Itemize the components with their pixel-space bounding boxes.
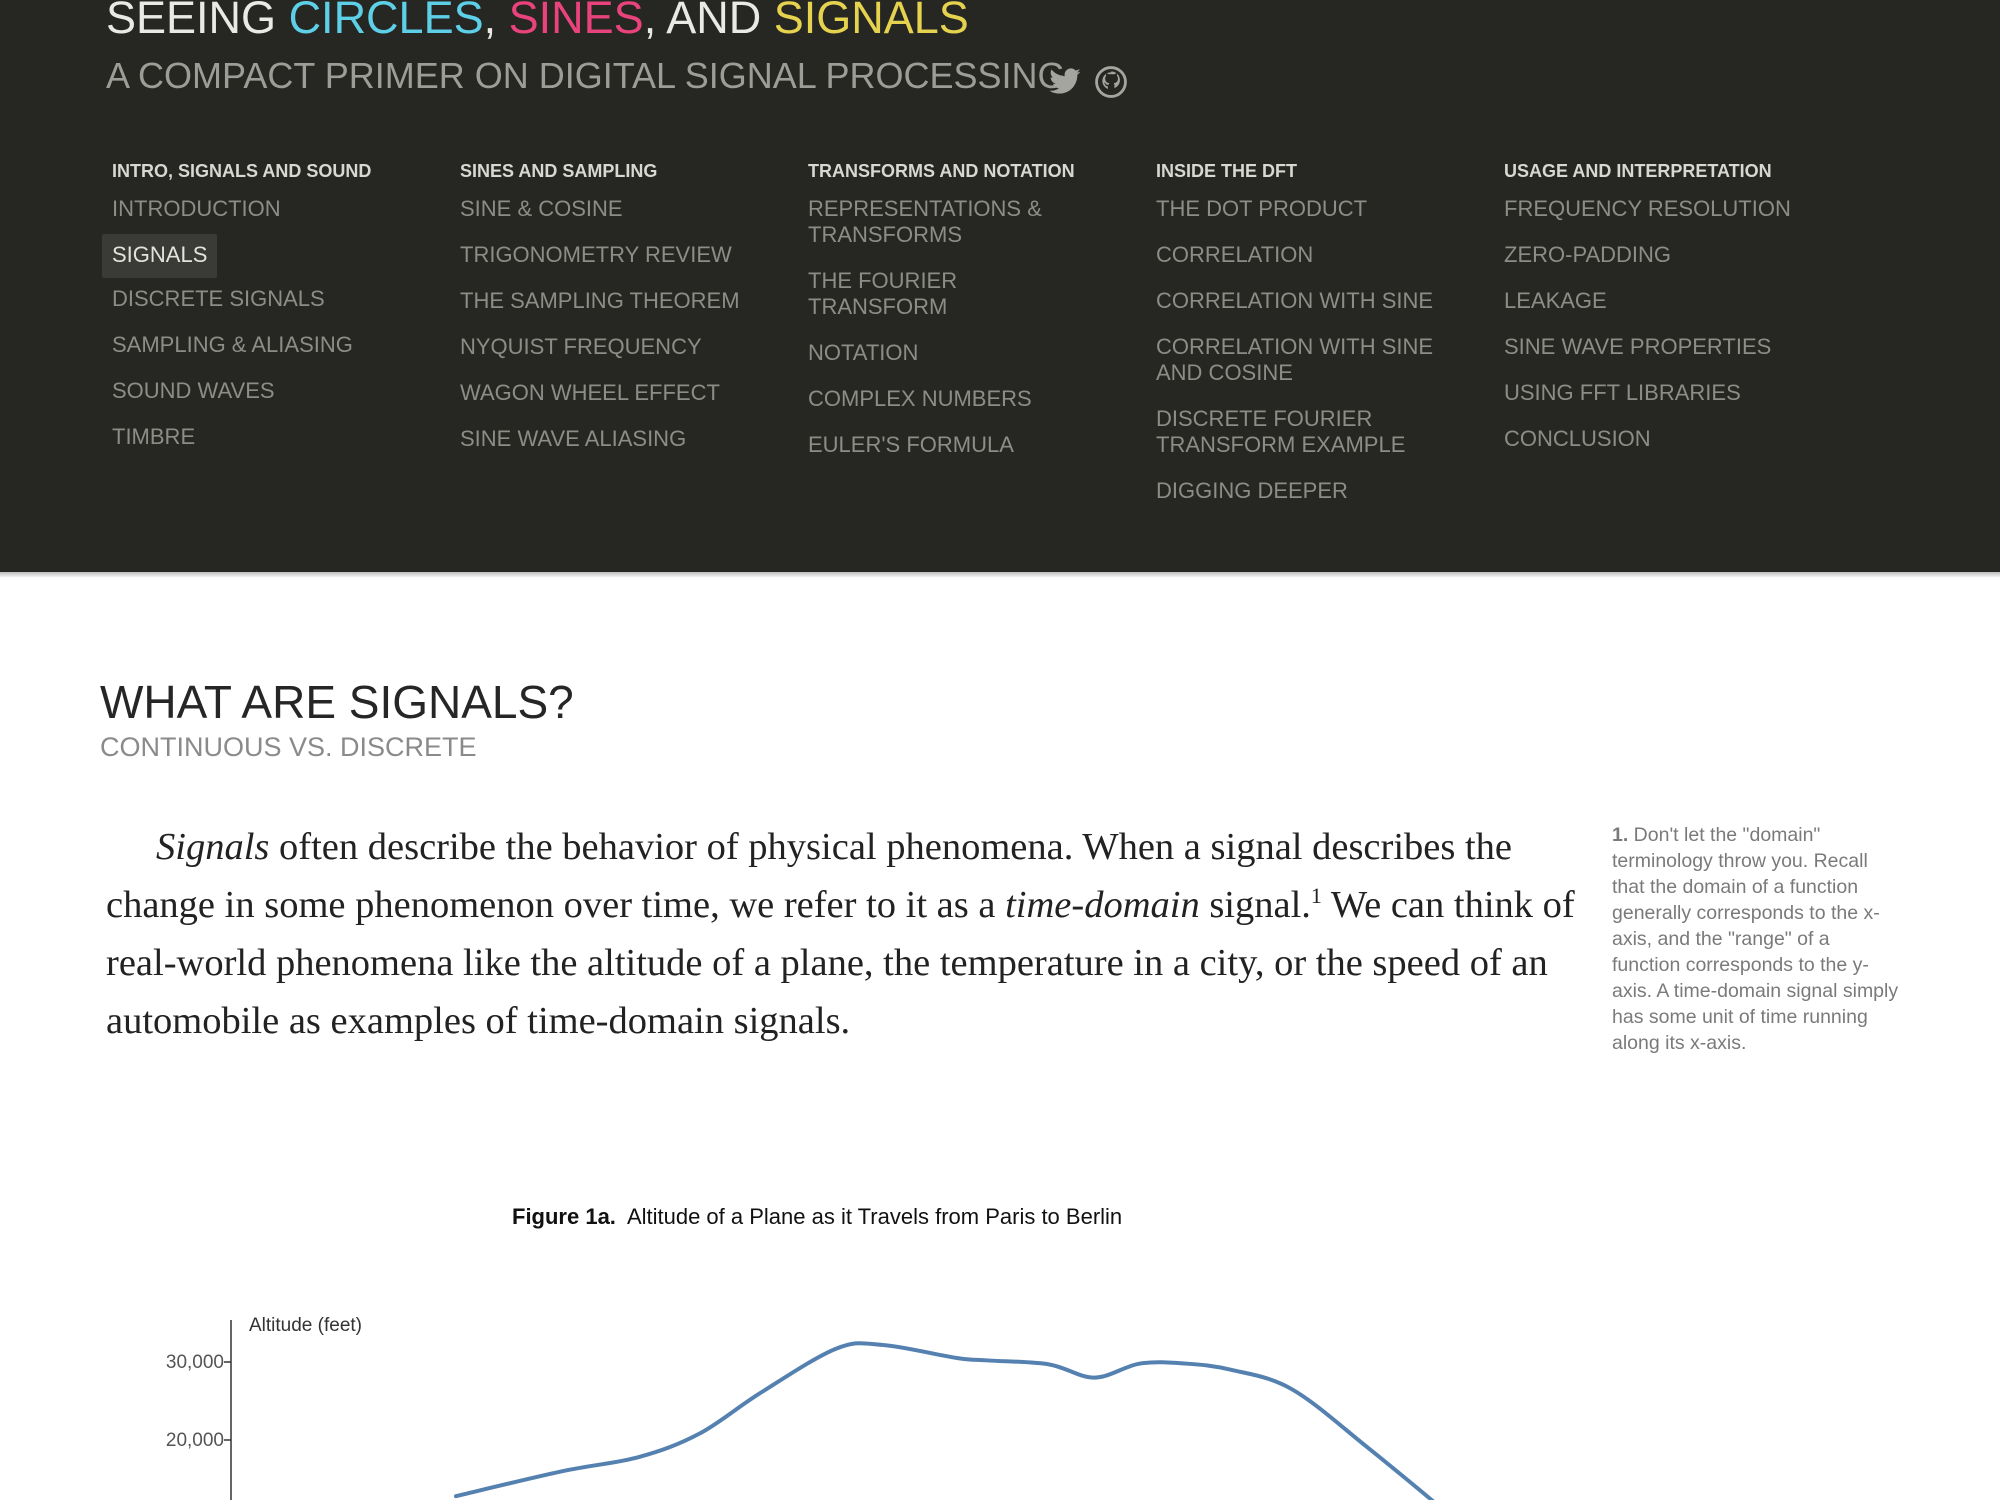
figure-caption-text: Altitude of a Plane as it Travels from P… [626, 1204, 1123, 1229]
nav-heading: USAGE AND INTERPRETATION [1504, 161, 1772, 181]
nav-item-sampling-theorem[interactable]: THE SAMPLING THEOREM [454, 280, 774, 326]
nav-item-sine-wave-properties[interactable]: SINE WAVE PROPERTIES [1498, 326, 1818, 372]
nav-item-frequency-resolution[interactable]: FREQUENCY RESOLUTION [1498, 188, 1818, 234]
nav-item-eulers-formula[interactable]: EULER'S FORMULA [802, 424, 1102, 470]
nav-item-sound-waves[interactable]: SOUND WAVES [106, 370, 426, 416]
sidenote: 1. Don't let the "domain" terminology th… [1612, 822, 1902, 1056]
nav-item-using-fft-libraries[interactable]: USING FFT LIBRARIES [1498, 372, 1818, 418]
nav-heading: INSIDE THE DFT [1156, 161, 1298, 181]
nav-heading: SINES AND SAMPLING [460, 161, 658, 181]
nav-item-correlation-sine-cosine[interactable]: CORRELATION WITH SINE AND COSINE [1150, 326, 1460, 398]
header-shadow [0, 572, 2000, 578]
site-subtitle: A COMPACT PRIMER ON DIGITAL SIGNAL PROCE… [106, 55, 1066, 96]
title-part-sines: SINES [508, 0, 644, 43]
nav-item-correlation-with-sine[interactable]: CORRELATION WITH SINE [1150, 280, 1460, 326]
nav-item-complex-numbers[interactable]: COMPLEX NUMBERS [802, 378, 1102, 424]
nav-item-introduction[interactable]: INTRODUCTION [106, 188, 426, 234]
nav-item-dft-example[interactable]: DISCRETE FOURIER TRANSFORM EXAMPLE [1150, 398, 1460, 470]
page-title: WHAT ARE SIGNALS? [100, 676, 574, 728]
nav-item-representations-transforms[interactable]: REPRESENTATIONS & TRANSFORMS [802, 188, 1102, 260]
nav-item-signals[interactable]: SIGNALS [102, 234, 218, 278]
body-text-part: signal. [1199, 884, 1311, 926]
emphasis-signals: Signals [156, 826, 270, 868]
altitude-chart: Altitude (feet) 20,000 30,000 [166, 1315, 1435, 1500]
footnote-ref[interactable]: 1 [1311, 883, 1322, 908]
figure-caption: Figure 1a. Altitude of a Plane as it Tra… [512, 1204, 1122, 1230]
nav-item-timbre[interactable]: TIMBRE [106, 416, 426, 462]
title-part-signals: SIGNALS [773, 0, 969, 43]
site-title[interactable]: SEEING CIRCLES, SINES, AND SIGNALS [106, 0, 969, 44]
emphasis-time-domain: time-domain [1005, 884, 1200, 926]
nav-item-dot-product[interactable]: THE DOT PRODUCT [1150, 188, 1460, 234]
body-paragraph: Signals often describe the behavior of p… [106, 818, 1596, 1050]
nav-item-fourier-transform[interactable]: THE FOURIER TRANSFORM [802, 260, 1102, 332]
y-axis-label: Altitude (feet) [249, 1315, 362, 1336]
nav-item-zero-padding[interactable]: ZERO-PADDING [1498, 234, 1818, 280]
nav-item-conclusion[interactable]: CONCLUSION [1498, 418, 1818, 464]
title-part-and: , AND [643, 0, 774, 43]
nav-column-dft: INSIDE THE DFT THE DOT PRODUCT CORRELATI… [1150, 158, 1460, 516]
nav-column-usage: USAGE AND INTERPRETATION FREQUENCY RESOL… [1498, 158, 1818, 464]
nav-column-transforms: TRANSFORMS AND NOTATION REPRESENTATIONS … [802, 158, 1102, 470]
page-subtitle: CONTINUOUS VS. DISCRETE [100, 732, 477, 762]
sidenote-text: Don't let the "domain" terminology throw… [1612, 824, 1899, 1054]
nav-item-discrete-signals[interactable]: DISCRETE SIGNALS [106, 278, 426, 324]
nav-item-leakage[interactable]: LEAKAGE [1498, 280, 1818, 326]
twitter-icon[interactable] [1048, 65, 1082, 99]
title-part-circles: CIRCLES [288, 0, 484, 43]
nav-item-digging-deeper[interactable]: DIGGING DEEPER [1150, 470, 1460, 516]
nav-heading: INTRO, SIGNALS AND SOUND [112, 161, 372, 181]
nav-column-intro: INTRO, SIGNALS AND SOUND INTRODUCTION SI… [102, 158, 426, 462]
nav-item-correlation[interactable]: CORRELATION [1150, 234, 1460, 280]
y-ticks: 20,000 30,000 [166, 1352, 231, 1451]
nav-item-notation[interactable]: NOTATION [802, 332, 1102, 378]
figure-label: Figure 1a. [512, 1204, 616, 1229]
nav-item-nyquist-frequency[interactable]: NYQUIST FREQUENCY [454, 326, 774, 372]
title-part-comma: , [483, 0, 509, 43]
nav-item-sampling-aliasing[interactable]: SAMPLING & ALIASING [106, 324, 426, 370]
nav-item-sine-cosine[interactable]: SINE & COSINE [454, 188, 774, 234]
site-header: SEEING CIRCLES, SINES, AND SIGNALS A COM… [0, 0, 2000, 572]
nav-item-trigonometry-review[interactable]: TRIGONOMETRY REVIEW [454, 234, 774, 280]
y-tick-label: 30,000 [166, 1352, 224, 1373]
title-part-seeing: SEEING [106, 0, 289, 43]
nav-item-wagon-wheel-effect[interactable]: WAGON WHEEL EFFECT [454, 372, 774, 418]
altitude-series-line [454, 1341, 1435, 1500]
nav-item-sine-wave-aliasing[interactable]: SINE WAVE ALIASING [454, 418, 774, 464]
sidenote-number: 1. [1612, 824, 1629, 846]
y-tick-label: 20,000 [166, 1430, 224, 1451]
github-icon[interactable] [1094, 65, 1128, 99]
nav-heading: TRANSFORMS AND NOTATION [808, 161, 1075, 181]
nav-column-sines: SINES AND SAMPLING SINE & COSINE TRIGONO… [454, 158, 774, 464]
